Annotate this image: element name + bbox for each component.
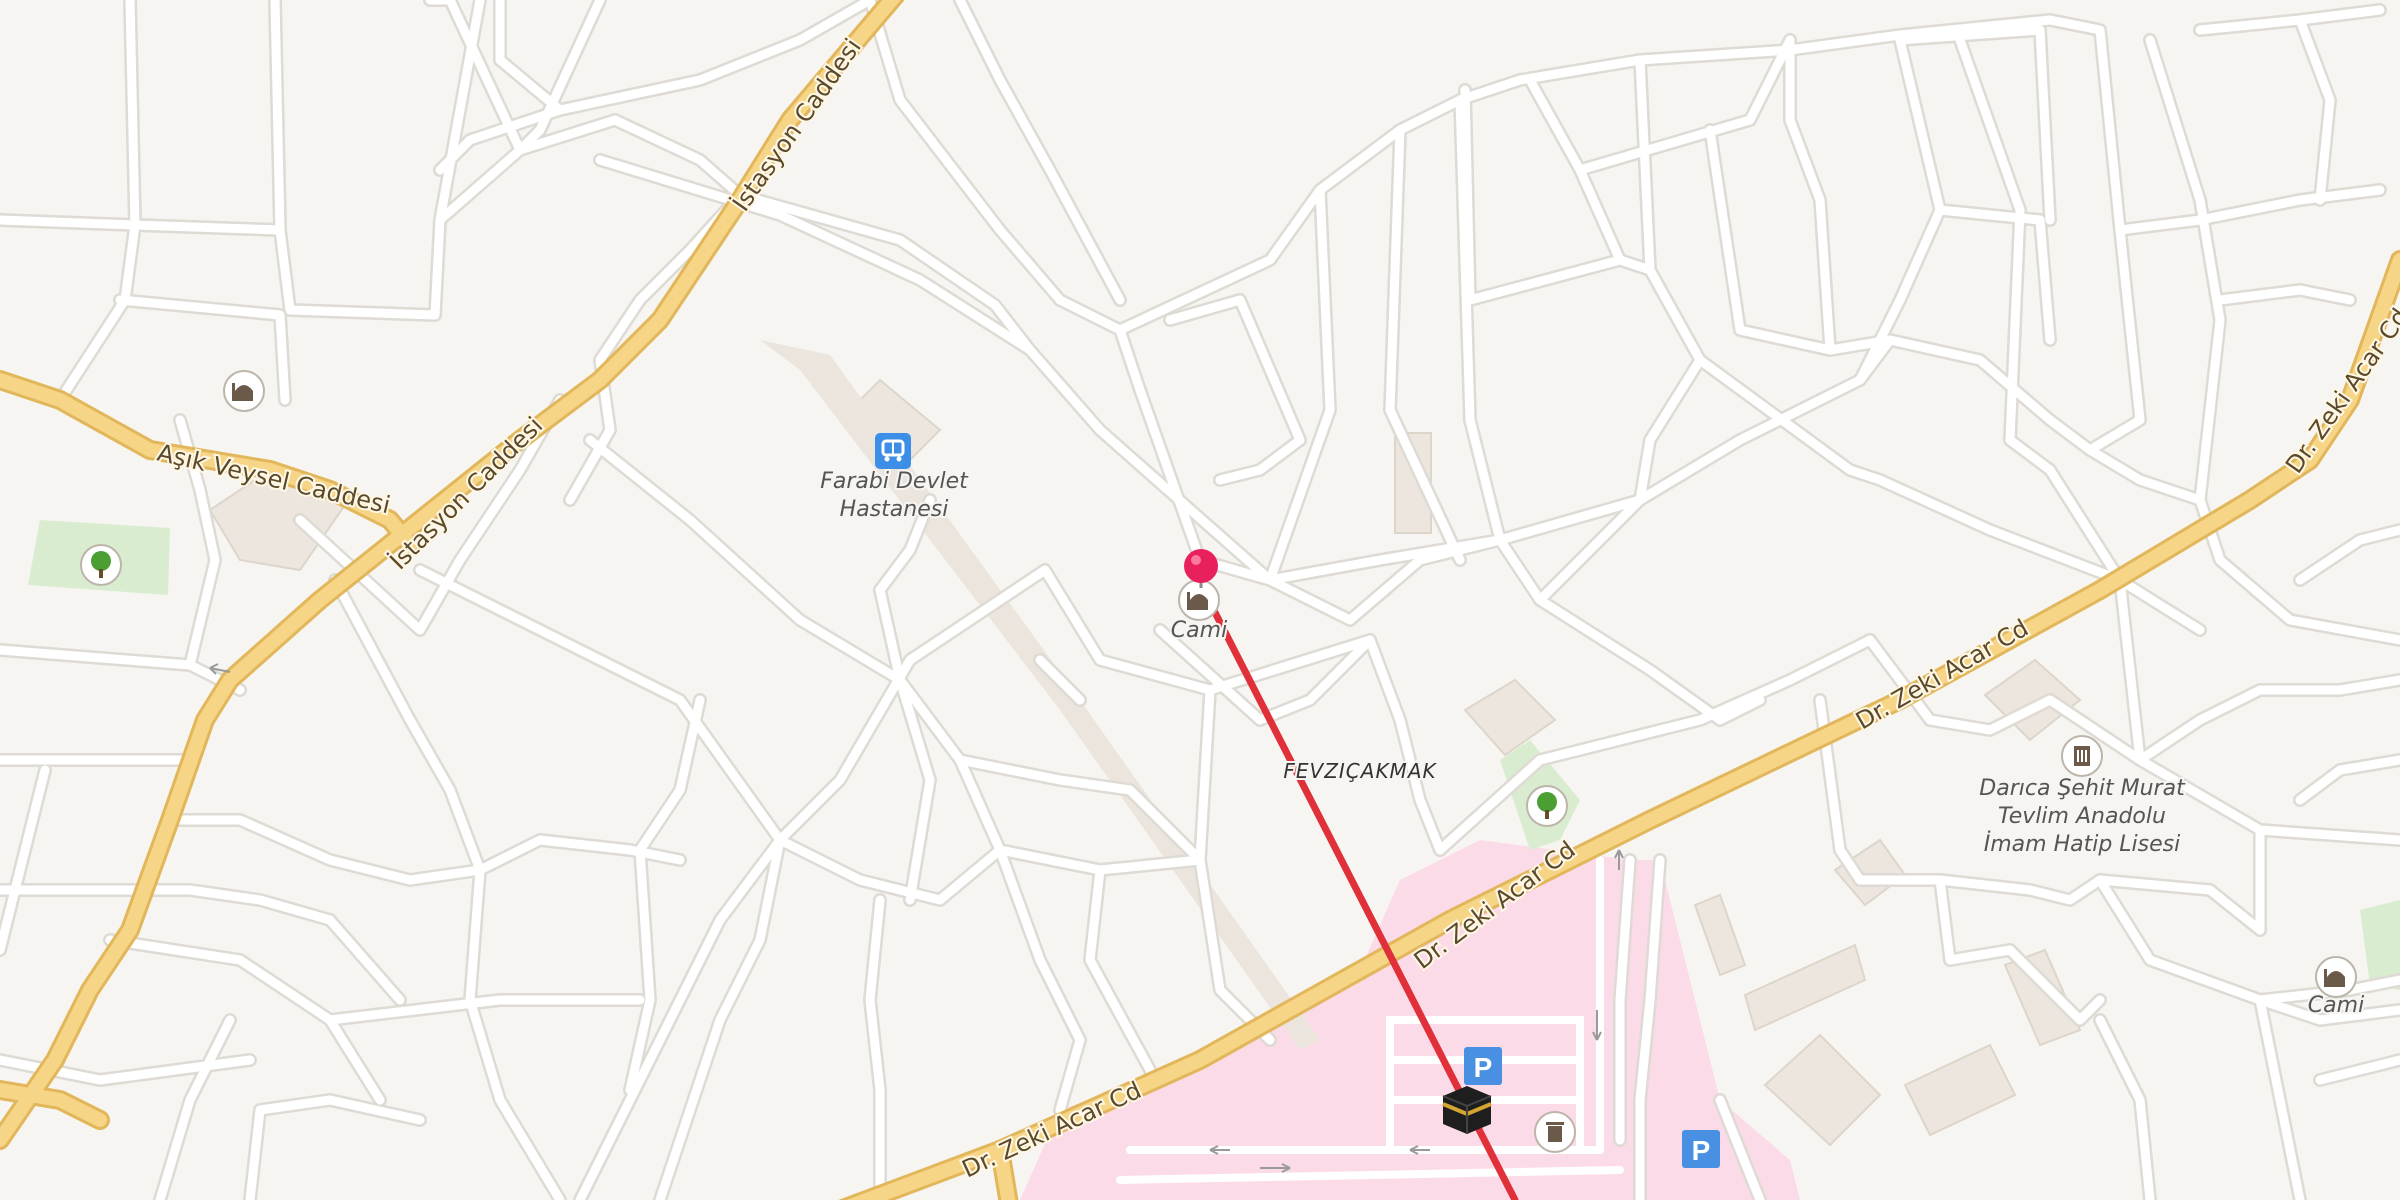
school-icon [2061, 735, 2103, 777]
poi-parking-1[interactable]: P [1464, 1047, 1502, 1085]
parking-icon: P [1464, 1047, 1502, 1085]
poi-park-left[interactable] [80, 544, 122, 586]
poi-mosque-top-left[interactable] [223, 370, 265, 412]
mosque-right-label: Cami [2308, 993, 2364, 1018]
school-label-line2: Tevlim Anadolu [1998, 804, 2166, 829]
poi-trash[interactable] [1534, 1111, 1576, 1153]
poi-park-mid[interactable] [1526, 785, 1568, 827]
tree-icon [80, 544, 122, 586]
poi-parking-2[interactable]: P [1682, 1130, 1720, 1168]
trash-icon [1534, 1111, 1576, 1153]
mosque-icon [223, 370, 265, 412]
mosque-center-label: Cami [1171, 618, 1227, 643]
hospital-label-line2: Hastanesi [840, 497, 949, 522]
parking-symbol: P [1474, 1052, 1493, 1083]
poi-kaaba[interactable] [1442, 1086, 1492, 1134]
tree-icon [1526, 785, 1568, 827]
mosque-icon [1178, 579, 1220, 621]
hospital-icon [875, 433, 911, 469]
hospital-label-line1: Farabi Devlet [820, 469, 969, 494]
school-label-line1: Darıca Şehit Murat [1979, 776, 2186, 801]
school-label-line3: İmam Hatip Lisesi [1984, 831, 2181, 857]
kaaba-icon [1442, 1086, 1492, 1134]
parking-icon: P [1682, 1130, 1720, 1168]
parking-symbol: P [1692, 1135, 1711, 1166]
district-label: FEVZIÇAKMAK [1283, 759, 1437, 783]
mosque-icon [2315, 956, 2357, 998]
map-canvas[interactable]: İstasyon Caddesi İstasyon Caddesi Aşık V… [0, 0, 2400, 1200]
